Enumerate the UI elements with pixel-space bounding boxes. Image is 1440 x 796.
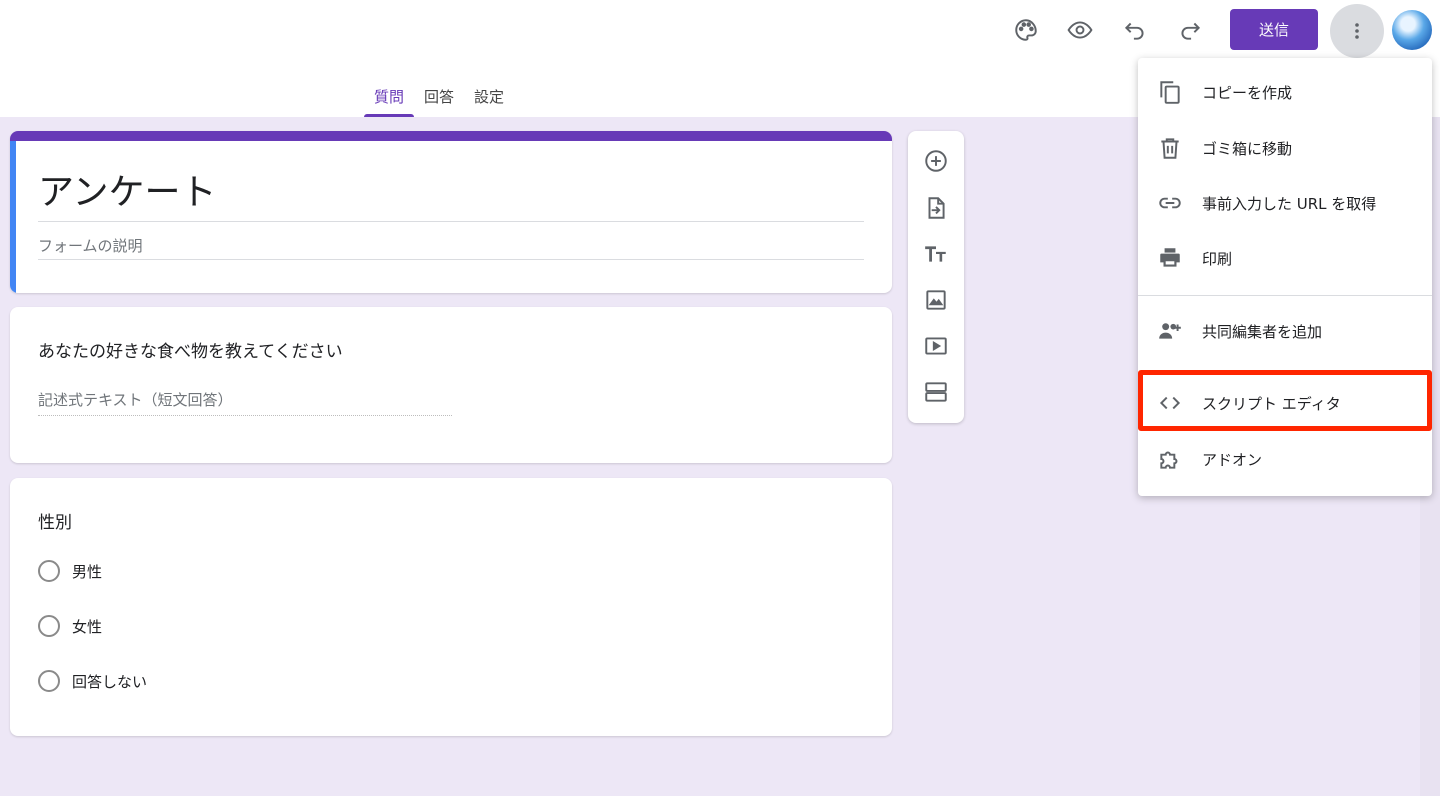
accent-bar: [10, 131, 892, 141]
form-description-field[interactable]: フォームの説明: [38, 235, 143, 256]
avatar[interactable]: [1392, 10, 1432, 50]
radio-button[interactable]: [38, 670, 60, 692]
option-label: 女性: [72, 617, 103, 636]
menu-item-label: ゴミ箱に移動: [1202, 139, 1293, 158]
form-title[interactable]: アンケート: [38, 163, 217, 215]
side-toolbar: [908, 131, 964, 423]
short-answer-hint: 記述式テキスト（短文回答）: [38, 391, 233, 409]
add-video-icon[interactable]: [916, 326, 956, 366]
menu-item-label: アドオン: [1202, 450, 1263, 469]
menu-item-label: 印刷: [1202, 249, 1233, 268]
print-icon: [1138, 245, 1202, 271]
add-question-icon[interactable]: [916, 141, 956, 181]
tab-settings[interactable]: 設定: [464, 78, 514, 117]
question-title: あなたの好きな食べ物を教えてください: [38, 342, 343, 362]
radio-button[interactable]: [38, 560, 60, 582]
divider: [38, 221, 864, 222]
import-questions-icon[interactable]: [916, 188, 956, 228]
add-people-icon: [1138, 318, 1202, 344]
tab-responses[interactable]: 回答: [414, 78, 464, 117]
copy-icon: [1138, 79, 1202, 105]
more-vert-icon[interactable]: [1330, 4, 1384, 58]
radio-option[interactable]: 男性: [38, 560, 102, 582]
redo-icon[interactable]: [1168, 8, 1212, 52]
form-title-card[interactable]: アンケート フォームの説明: [10, 131, 892, 293]
divider: [38, 259, 864, 260]
radio-button[interactable]: [38, 615, 60, 637]
highlight-box: [1138, 370, 1432, 431]
link-icon: [1138, 190, 1202, 216]
menu-item-make-copy[interactable]: コピーを作成: [1138, 67, 1432, 117]
menu-item-label: 共同編集者を追加: [1202, 322, 1323, 341]
trash-icon: [1138, 135, 1202, 161]
add-section-icon[interactable]: [916, 372, 956, 412]
send-button[interactable]: 送信: [1230, 9, 1318, 50]
menu-item-label: コピーを作成: [1202, 83, 1293, 102]
question-title: 性別: [38, 513, 72, 533]
selected-indicator: [10, 141, 16, 293]
tab-questions[interactable]: 質問: [364, 78, 415, 117]
menu-item-move-to-trash[interactable]: ゴミ箱に移動: [1138, 123, 1432, 173]
add-title-icon[interactable]: [916, 234, 956, 274]
radio-option[interactable]: 女性: [38, 615, 102, 637]
option-label: 回答しない: [72, 672, 148, 691]
menu-item-prefilled-url[interactable]: 事前入力した URL を取得: [1138, 178, 1432, 228]
menu-item-label: 事前入力した URL を取得: [1202, 194, 1377, 213]
menu-item-print[interactable]: 印刷: [1138, 233, 1432, 283]
question-card[interactable]: あなたの好きな食べ物を教えてください 記述式テキスト（短文回答）: [10, 307, 892, 463]
add-image-icon[interactable]: [916, 280, 956, 320]
divider: [38, 415, 452, 416]
undo-icon[interactable]: [1113, 8, 1157, 52]
menu-item-add-ons[interactable]: アドオン: [1138, 434, 1432, 484]
menu-item-add-collaborators[interactable]: 共同編集者を追加: [1138, 306, 1432, 356]
option-label: 男性: [72, 562, 103, 581]
menu-divider: [1138, 295, 1432, 296]
tab-bar: 質問 回答 設定: [364, 78, 514, 118]
eye-icon[interactable]: [1058, 8, 1102, 52]
puzzle-icon: [1138, 446, 1202, 472]
palette-icon[interactable]: [1004, 8, 1048, 52]
question-card[interactable]: 性別 男性 女性 回答しない: [10, 478, 892, 736]
radio-option[interactable]: 回答しない: [38, 670, 147, 692]
